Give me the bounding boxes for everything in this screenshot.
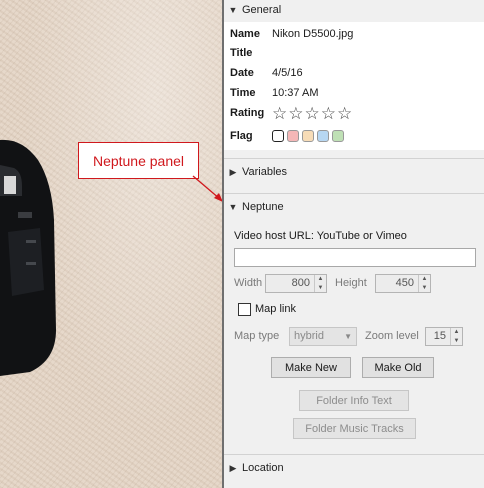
spin-arrows-icon[interactable]: ▲ ▼ [418, 275, 430, 292]
make-old-button[interactable]: Make Old [362, 357, 434, 378]
triangle-down-icon: ▼ [228, 5, 238, 15]
date-value[interactable]: 4/5/16 [272, 67, 303, 79]
section-location-header[interactable]: ▶ Location [224, 458, 484, 478]
height-value: 450 [395, 277, 414, 289]
section-general-header[interactable]: ▼ General [224, 0, 484, 20]
zoom-level-label: Zoom level [365, 330, 419, 342]
make-new-button[interactable]: Make New [271, 357, 351, 378]
height-spinner[interactable]: 450 ▲ ▼ [375, 274, 431, 293]
time-value[interactable]: 10:37 AM [272, 87, 318, 99]
flag-swatch[interactable] [272, 130, 284, 142]
flag-swatch[interactable] [332, 130, 344, 142]
row-time: Time 10:37 AM [230, 84, 318, 102]
metadata-panel: ▼ General Name Nikon D5500.jpg Title Dat… [222, 0, 484, 488]
section-variables-header[interactable]: ▶ Variables [224, 162, 484, 182]
folder-info-text-button[interactable]: Folder Info Text [299, 390, 409, 411]
photo-preview [0, 0, 222, 488]
map-type-label: Map type [234, 330, 280, 342]
divider [224, 454, 484, 455]
flag-swatch[interactable] [317, 130, 329, 142]
flag-swatch[interactable] [287, 130, 299, 142]
zoom-level-spinner[interactable]: 15 ▲ ▼ [425, 327, 463, 346]
zoom-level-value: 15 [433, 330, 446, 342]
section-location-title: Location [242, 462, 284, 474]
section-neptune-header[interactable]: ▼ Neptune [224, 197, 484, 217]
row-flag: Flag [230, 127, 344, 145]
flag-label: Flag [230, 130, 253, 142]
section-neptune-title: Neptune [242, 201, 284, 213]
video-url-input[interactable] [234, 248, 476, 267]
date-label: Date [230, 67, 254, 79]
spin-arrows-icon[interactable]: ▲ ▼ [450, 328, 462, 345]
annotation-callout: Neptune panel [78, 142, 199, 179]
triangle-right-icon: ▶ [229, 462, 237, 473]
star-outline-icon[interactable]: ☆ [288, 105, 303, 122]
folder-music-tracks-button[interactable]: Folder Music Tracks [293, 418, 416, 439]
map-link-label: Map link [255, 303, 296, 315]
rating-label: Rating [230, 107, 265, 119]
video-url-label: Video host URL: YouTube or Vimeo [234, 230, 407, 242]
star-outline-icon[interactable]: ☆ [305, 105, 320, 122]
flag-swatches [272, 130, 344, 142]
flag-swatch[interactable] [302, 130, 314, 142]
general-table: Name Nikon D5500.jpg Title Date 4/5/16 T… [224, 22, 484, 150]
star-outline-icon[interactable]: ☆ [337, 105, 352, 122]
row-title: Title [230, 44, 272, 62]
map-type-value: hybrid [294, 330, 324, 342]
chevron-down-icon: ▼ [344, 332, 352, 341]
height-label: Height [335, 277, 367, 289]
map-link-checkbox[interactable] [238, 303, 251, 316]
name-label: Name [230, 28, 260, 40]
map-type-select[interactable]: hybrid ▼ [289, 327, 357, 346]
rating-stars: ☆ ☆ ☆ ☆ ☆ [272, 105, 352, 122]
section-general-title: General [242, 4, 282, 16]
row-name: Name Nikon D5500.jpg [230, 25, 353, 43]
divider [224, 158, 484, 159]
name-value[interactable]: Nikon D5500.jpg [272, 28, 353, 40]
width-spinner[interactable]: 800 ▲ ▼ [265, 274, 327, 293]
width-label: Width [234, 277, 263, 289]
time-label: Time [230, 87, 256, 99]
row-date: Date 4/5/16 [230, 64, 303, 82]
spin-arrows-icon[interactable]: ▲ ▼ [314, 275, 326, 292]
title-label: Title [230, 47, 253, 59]
star-outline-icon[interactable]: ☆ [272, 105, 287, 122]
triangle-down-icon: ▼ [228, 202, 238, 212]
row-rating: Rating ☆ ☆ ☆ ☆ ☆ [230, 104, 352, 122]
section-variables-title: Variables [242, 166, 288, 178]
width-value: 800 [291, 277, 310, 289]
divider [224, 193, 484, 194]
triangle-right-icon: ▶ [229, 166, 237, 177]
camera-photo [0, 139, 56, 376]
star-outline-icon[interactable]: ☆ [321, 105, 336, 122]
